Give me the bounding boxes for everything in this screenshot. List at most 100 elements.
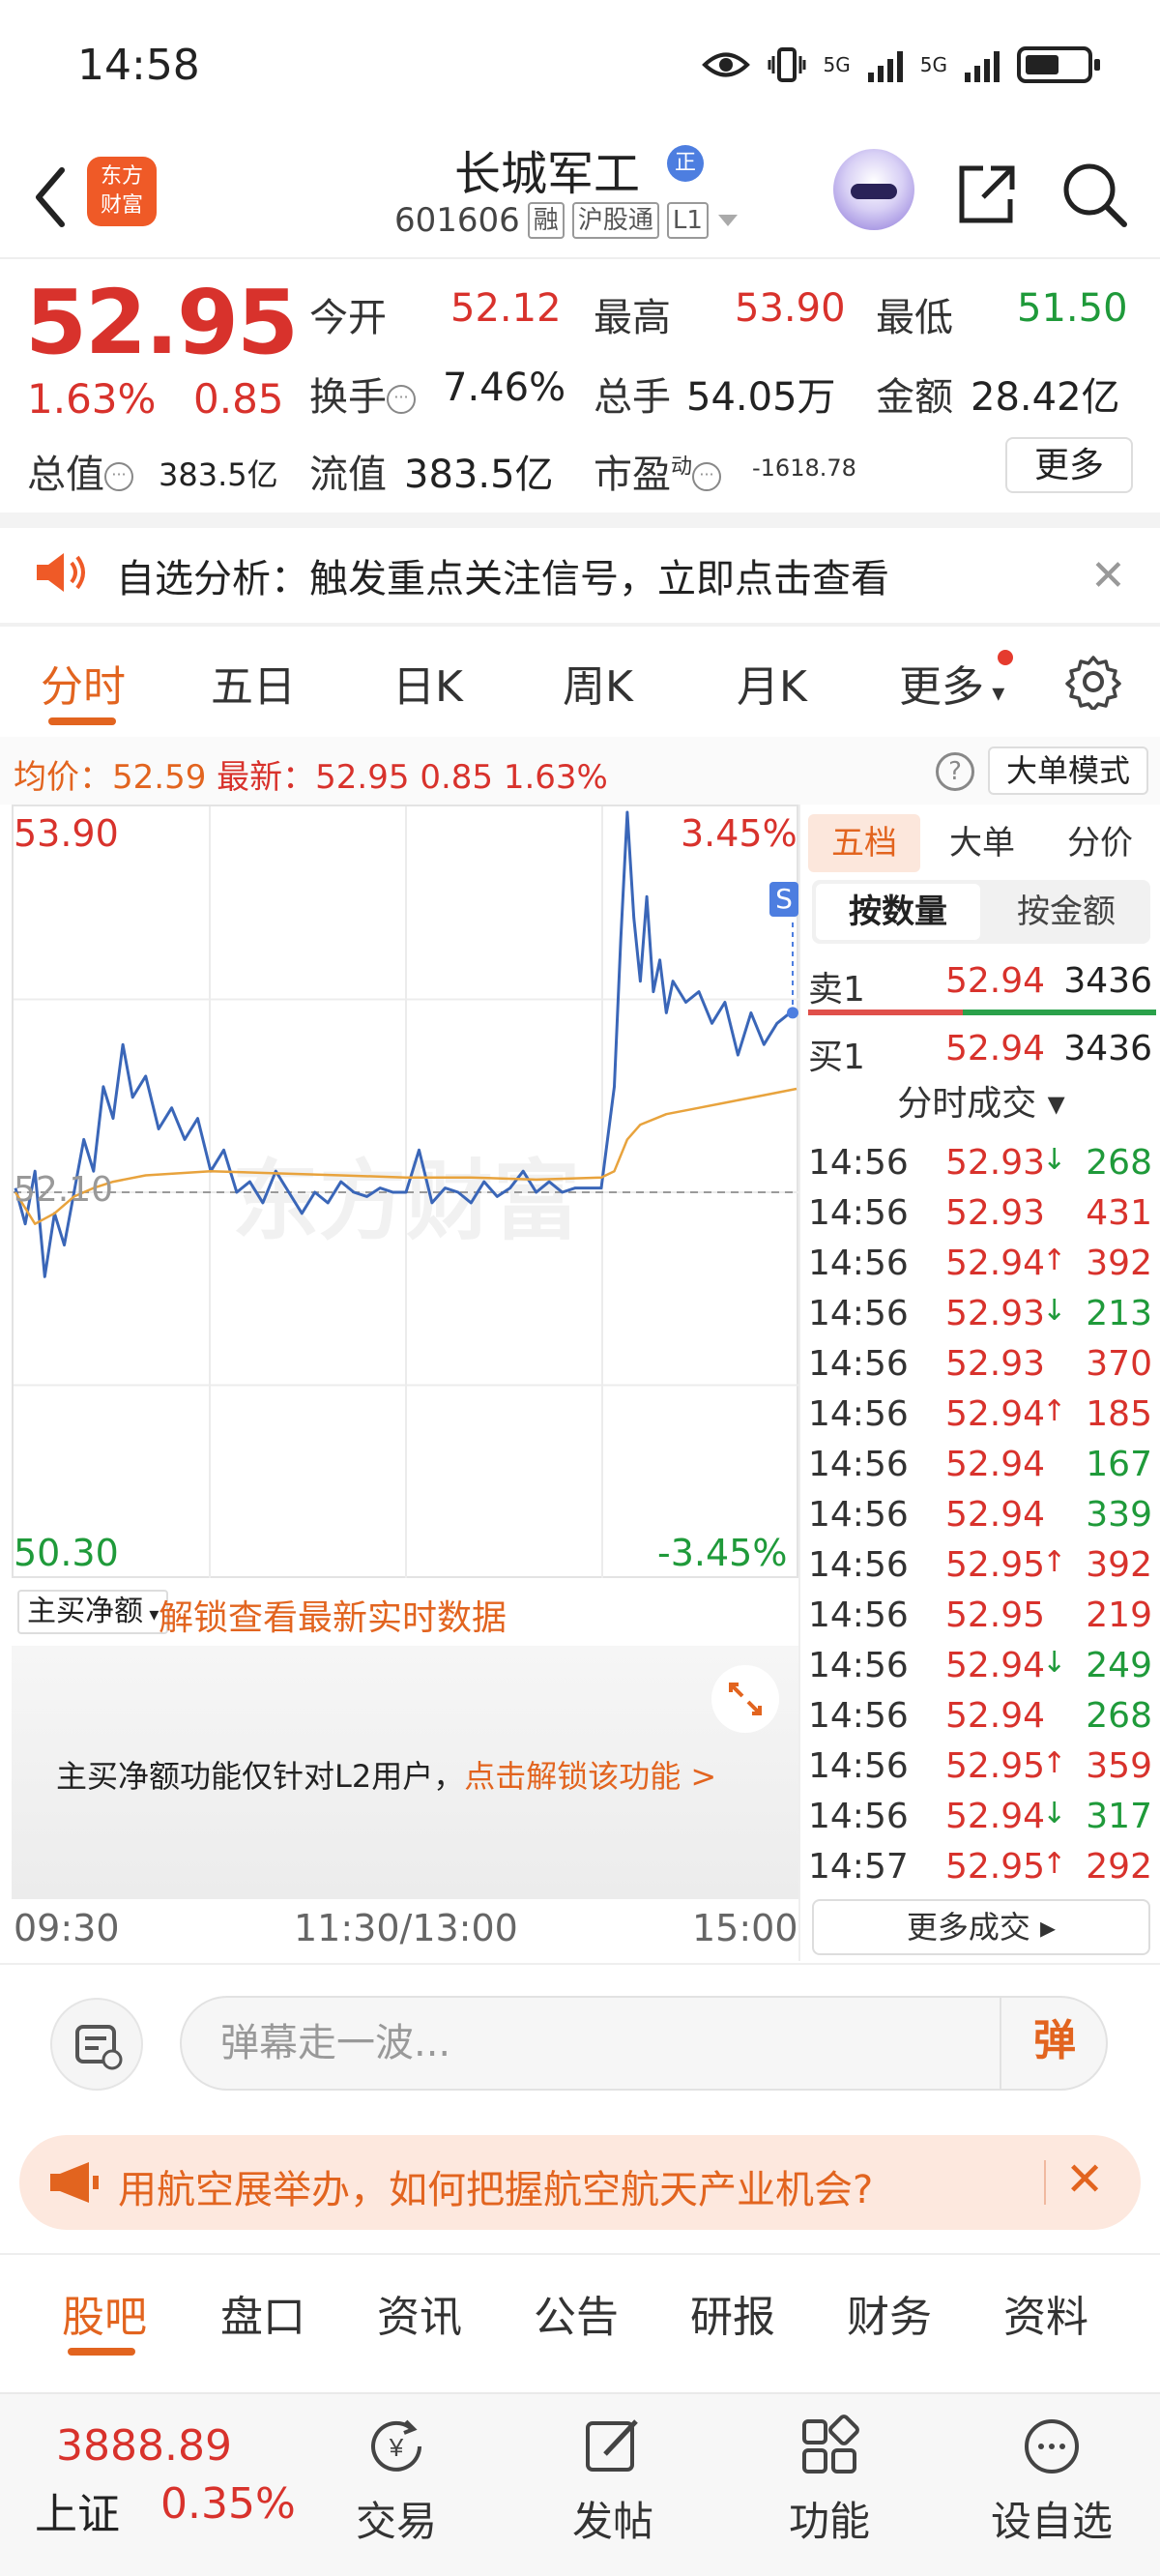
tab-announcements[interactable]: 公告 xyxy=(534,2282,619,2344)
tick-price: 52.95 xyxy=(945,1595,1046,1635)
tick-row: 14:56 52.94 ↓ 249 xyxy=(800,1640,1160,1690)
level-tag: L1 xyxy=(666,202,709,239)
tab-financials[interactable]: 财务 xyxy=(847,2282,932,2344)
network-label-1: 5G xyxy=(823,53,851,76)
app-logo-text: 东方 财富 xyxy=(100,164,143,218)
tab-daily-k[interactable]: 日K xyxy=(392,652,463,714)
open-value: 52.12 xyxy=(450,286,562,331)
avg-price-value: 52.59 xyxy=(112,758,207,797)
post-icon xyxy=(586,2419,638,2472)
share-icon[interactable] xyxy=(952,161,1020,228)
help-icon[interactable]: ? xyxy=(936,752,974,791)
danmu-input[interactable]: 弹幕走一波... xyxy=(180,1996,1108,2091)
margin-tag: 融 xyxy=(527,202,565,239)
tab-intraday[interactable]: 分时 xyxy=(41,652,126,714)
nav-add-watchlist[interactable]: 设自选 xyxy=(984,2412,1119,2548)
gear-icon[interactable] xyxy=(1065,654,1121,710)
time-label-close: 15:00 xyxy=(692,1907,798,1949)
back-icon[interactable] xyxy=(23,159,81,236)
latest-price-value: 52.95 xyxy=(315,758,410,797)
promo-banner[interactable]: 用航空展举办，如何把握航空航天产业机会? ✕ xyxy=(19,2135,1141,2230)
tick-arrow: ↓ xyxy=(1042,1294,1067,1328)
comment-settings-icon[interactable] xyxy=(50,1998,143,2091)
tab-weekly-k[interactable]: 周K xyxy=(563,652,633,714)
danmu-send-button[interactable]: 弹 xyxy=(1000,1996,1108,2091)
tick-arrow: ↓ xyxy=(1042,1143,1067,1177)
tab-big-orders[interactable]: 大单 xyxy=(926,814,1038,872)
battery-icon xyxy=(1017,46,1100,83)
close-icon[interactable]: ✕ xyxy=(1090,551,1126,600)
by-quantity-option[interactable]: 按数量 xyxy=(816,884,980,940)
netbuy-select[interactable]: 主买净额 ▾ xyxy=(17,1590,169,1634)
tick-time: 14:56 xyxy=(808,1495,909,1535)
tick-volume: 292 xyxy=(1086,1847,1152,1887)
tab-research[interactable]: 研报 xyxy=(690,2282,775,2344)
tab-more[interactable]: 更多 ▾ xyxy=(899,652,1004,714)
tick-price: 52.95 xyxy=(945,1847,1046,1887)
float-cap-value: 383.5亿 xyxy=(404,453,554,497)
nav-functions[interactable]: 功能 xyxy=(762,2412,897,2548)
info-icon[interactable]: ··· xyxy=(692,462,722,491)
tab-monthly-k[interactable]: 月K xyxy=(737,652,807,714)
tick-volume: 185 xyxy=(1086,1394,1152,1434)
tick-price: 52.93 xyxy=(945,1193,1046,1233)
nav-post[interactable]: 发帖 xyxy=(545,2412,681,2548)
chart-low-label: 50.30 xyxy=(14,1532,119,1574)
tick-time: 14:56 xyxy=(808,1294,909,1333)
tick-volume: 392 xyxy=(1086,1244,1152,1283)
tab-forum[interactable]: 股吧 xyxy=(62,2282,147,2344)
amount-value: 28.42亿 xyxy=(971,375,1120,420)
signal-badge[interactable]: S xyxy=(769,882,798,917)
intraday-chart-svg: 东方财富 xyxy=(14,806,798,1578)
stock-code-row[interactable]: 601606 融 沪股通 L1 xyxy=(394,201,740,240)
info-icon[interactable]: ··· xyxy=(387,385,416,414)
trade-icon: ¥ xyxy=(371,2419,421,2472)
tick-price: 52.95 xyxy=(945,1545,1046,1585)
tick-arrow: ↑ xyxy=(1042,1244,1067,1277)
more-stats-button[interactable]: 更多 xyxy=(1005,437,1133,493)
turnover-value: 7.46% xyxy=(443,366,566,410)
robot-assistant-icon[interactable] xyxy=(833,149,914,230)
tick-arrow: ↓ xyxy=(1042,1646,1067,1680)
nav-trade[interactable]: ¥ 交易 xyxy=(329,2412,464,2548)
search-icon[interactable] xyxy=(1058,159,1130,230)
buy-pressure-bar xyxy=(963,1010,1156,1015)
tab-five-day[interactable]: 五日 xyxy=(211,652,296,714)
tick-row: 14:56 52.93 431 xyxy=(800,1187,1160,1238)
unlock-feature-link[interactable]: 点击解锁该功能 > xyxy=(464,1758,716,1795)
close-icon[interactable]: ✕ xyxy=(1065,2152,1104,2207)
tab-news[interactable]: 资讯 xyxy=(377,2282,462,2344)
unlock-realtime-link[interactable]: 解锁查看最新实时数据 xyxy=(159,1590,507,1640)
svg-text:¥: ¥ xyxy=(389,2433,404,2462)
tab-five-levels[interactable]: 五档 xyxy=(808,814,920,872)
big-order-mode-button[interactable]: 大单模式 xyxy=(988,746,1148,795)
index-ticker[interactable]: 3888.89 上证 0.35% xyxy=(0,2394,296,2576)
netbuy-panel: 主买净额功能仅针对L2用户，点击解锁该功能 > xyxy=(12,1646,798,1899)
battery-level xyxy=(1026,55,1059,74)
tick-volume: 359 xyxy=(1086,1746,1152,1786)
tick-price: 52.94 xyxy=(945,1394,1046,1434)
stock-name: 长城军工 xyxy=(454,147,641,201)
speaker-icon xyxy=(37,553,85,592)
by-amount-option[interactable]: 按金额 xyxy=(984,884,1148,940)
tick-row: 14:56 52.94 339 xyxy=(800,1489,1160,1539)
more-trades-button[interactable]: 更多成交 ▸ xyxy=(812,1899,1150,1955)
tick-time: 14:56 xyxy=(808,1595,909,1635)
info-icon[interactable]: ··· xyxy=(104,462,133,491)
tick-volume: 370 xyxy=(1086,1344,1152,1384)
tab-profile[interactable]: 资料 xyxy=(1003,2282,1088,2344)
last-price-marker xyxy=(787,1007,798,1019)
ticks-header[interactable]: 分时成交 ▾ xyxy=(800,1075,1160,1133)
alert-bar[interactable]: 自选分析：触发重点关注信号，立即点击查看 ✕ xyxy=(0,528,1160,613)
tab-market-depth[interactable]: 盘口 xyxy=(220,2282,305,2344)
tab-price-distribution[interactable]: 分价 xyxy=(1044,814,1156,872)
tick-time: 14:56 xyxy=(808,1394,909,1434)
status-bar: 14:58 5G 5G xyxy=(0,0,1160,135)
turnover-label: 换手 ··· xyxy=(309,366,416,422)
tick-row: 14:56 52.94 ↑ 185 xyxy=(800,1389,1160,1439)
tick-row: 14:56 52.93 ↓ 213 xyxy=(800,1288,1160,1338)
chart-ref-label: 52.10 xyxy=(14,1170,114,1210)
expand-icon[interactable] xyxy=(711,1665,779,1733)
intraday-chart[interactable]: 东方财富 xyxy=(12,805,798,1578)
tick-volume: 431 xyxy=(1086,1193,1152,1233)
